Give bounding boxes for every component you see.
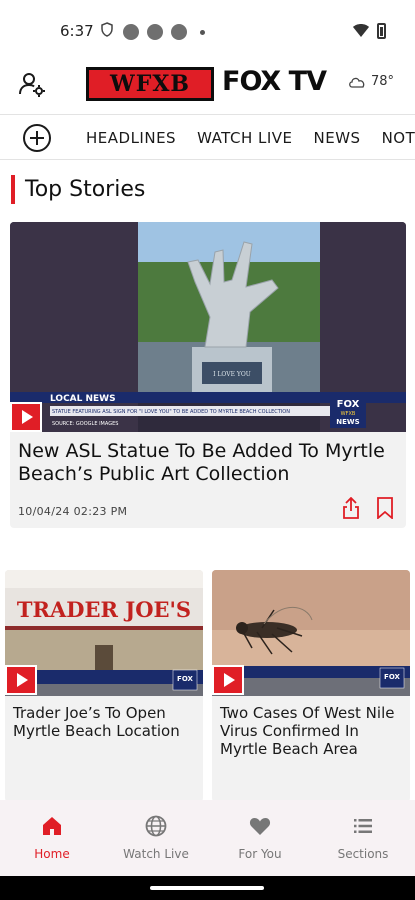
card-bug-text: FOX xyxy=(177,675,193,683)
story-card[interactable]: FOX Two Cases Of West Nile Virus Confirm… xyxy=(212,570,410,802)
hero-story-card[interactable]: I LOVE YOU LOCAL NEWS STATUE FEATURING A… xyxy=(10,222,406,528)
add-section-icon[interactable] xyxy=(23,124,51,152)
weather-temperature: 78° xyxy=(371,74,395,89)
notification-dot-icon xyxy=(171,24,187,40)
tab-watch-live[interactable]: WATCH LIVE xyxy=(197,129,292,147)
section-nav: HEADLINES WATCH LIVE NEWS NOTICIAS xyxy=(0,114,415,160)
hero-bug-news: NEWS xyxy=(336,418,359,426)
tab-watch-live-label: Watch Live xyxy=(123,847,189,861)
tab-home-label: Home xyxy=(34,847,70,861)
tab-noticias[interactable]: NOTICIAS xyxy=(382,129,415,147)
app-header: WFXB FOX TV 78° xyxy=(0,60,415,110)
station-logo: WFXB xyxy=(86,67,214,101)
cloudy-icon xyxy=(349,77,365,88)
bottom-tab-bar: Home Watch Live For You Sections xyxy=(0,800,415,876)
wifi-icon xyxy=(353,24,369,37)
play-video-icon[interactable] xyxy=(10,402,42,432)
account-settings-icon[interactable] xyxy=(18,70,46,98)
section-heading: Top Stories xyxy=(11,174,145,204)
battery-icon xyxy=(377,23,386,39)
heart-icon xyxy=(249,818,271,835)
more-notifications-icon xyxy=(200,30,205,35)
section-accent-bar xyxy=(11,174,15,204)
trader-joes-sign: TRADER JOE'S xyxy=(17,597,191,622)
hero-story-timestamp: 10/04/24 02:23 PM xyxy=(18,505,128,518)
tab-news[interactable]: NEWS xyxy=(314,129,361,147)
statue-plaque-text: I LOVE YOU xyxy=(213,371,251,378)
play-video-icon[interactable] xyxy=(5,665,37,695)
story-title[interactable]: Two Cases Of West Nile Virus Confirmed I… xyxy=(220,704,406,758)
home-gesture-handle[interactable] xyxy=(150,886,264,890)
card-bug-text: FOX xyxy=(384,673,400,681)
bookmark-icon[interactable] xyxy=(377,497,393,519)
sections-icon xyxy=(354,819,372,833)
status-time: 6:37 xyxy=(60,22,94,40)
tab-sections[interactable]: Sections xyxy=(311,800,415,876)
section-title: Top Stories xyxy=(25,176,146,202)
story-card[interactable]: TRADER JOE'S FOX Trader Joe’s To Open My… xyxy=(5,570,203,802)
notification-dot-icon xyxy=(123,24,139,40)
logo-callsign: WFXB xyxy=(110,71,190,97)
system-gesture-bar xyxy=(0,876,415,900)
tab-sections-label: Sections xyxy=(337,847,389,861)
home-icon xyxy=(43,817,61,835)
tab-for-you-label: For You xyxy=(238,847,282,861)
hero-story-title[interactable]: New ASL Statue To Be Added To Myrtle Bea… xyxy=(18,440,398,486)
hero-overlay-source: SOURCE: GOOGLE IMAGES xyxy=(52,421,118,427)
logo-brand: FOX TV xyxy=(222,66,327,97)
nav-tabs: HEADLINES WATCH LIVE NEWS NOTICIAS xyxy=(86,129,415,147)
tab-headlines[interactable]: HEADLINES xyxy=(86,129,176,147)
play-video-icon[interactable] xyxy=(212,665,244,695)
hero-bug-text: FOX xyxy=(337,399,360,410)
tab-home[interactable]: Home xyxy=(0,800,104,876)
hero-overlay-label: LOCAL NEWS xyxy=(50,394,116,404)
status-bar: 6:37 xyxy=(0,0,415,60)
globe-icon xyxy=(145,815,167,837)
hero-overlay-caption: STATUE FEATURING ASL SIGN FOR "I LOVE YO… xyxy=(52,409,290,415)
weather-widget[interactable]: 78° xyxy=(348,74,394,89)
tab-watch-live-bottom[interactable]: Watch Live xyxy=(104,800,208,876)
notification-dot-icon xyxy=(147,24,163,40)
hero-story-image[interactable]: I LOVE YOU LOCAL NEWS STATUE FEATURING A… xyxy=(10,222,406,432)
story-title[interactable]: Trader Joe’s To Open Myrtle Beach Locati… xyxy=(13,704,199,740)
tab-for-you[interactable]: For You xyxy=(208,800,312,876)
shield-icon xyxy=(101,22,113,37)
hero-bug-subtext: WFXB xyxy=(341,411,356,417)
share-icon[interactable] xyxy=(343,497,359,519)
